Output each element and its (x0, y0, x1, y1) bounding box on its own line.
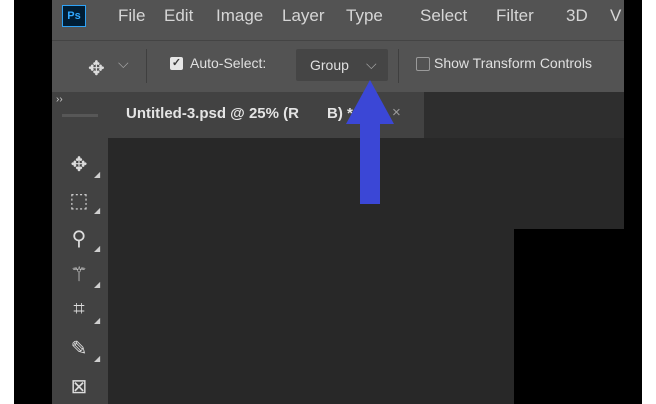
chevron-down-icon: ⌵ (366, 56, 377, 72)
menu-select[interactable]: Select (420, 6, 467, 26)
show-transform-label: Show Transform Controls (434, 55, 592, 71)
magic-wand-icon[interactable]: ⚚ (66, 262, 92, 287)
options-bar: ✥ ⌵ ✓ Auto-Select: Group ⌵ Show Transfor… (52, 40, 624, 93)
menu-filter[interactable]: Filter (496, 6, 534, 26)
empty-workspace-area (514, 229, 624, 404)
menu-file[interactable]: File (118, 6, 145, 26)
annotation-arrow-icon (346, 80, 394, 204)
crop-icon[interactable]: ⌗ (66, 298, 92, 321)
dropdown-value: Group (310, 57, 349, 73)
corner-triangle-icon: ◢ (94, 244, 101, 253)
menu-image[interactable]: Image (216, 6, 263, 26)
auto-select-checkbox[interactable]: ✓ (170, 57, 183, 70)
document-tab-title: Untitled-3.psd @ 25% (R B) * (126, 105, 353, 122)
photoshop-window: Ps File Edit Image Layer Type Select Fil… (52, 0, 624, 404)
menu-type[interactable]: Type (346, 6, 383, 26)
corner-triangle-icon: ◢ (94, 354, 101, 363)
tools-panel: ›› ✥ ◢ ⬚ ◢ ⚲ ◢ ⚚ ◢ ⌗ ◢ ✎ ◢ ⊠ (52, 92, 108, 404)
photoshop-logo[interactable]: Ps (62, 5, 86, 27)
menu-layer[interactable]: Layer (282, 6, 325, 26)
corner-triangle-icon: ◢ (94, 280, 101, 289)
divider (398, 49, 399, 83)
collapse-panel-icon[interactable]: ›› (56, 94, 63, 105)
menu-3d[interactable]: 3D (566, 6, 588, 26)
rectangular-marquee-icon[interactable]: ⬚ (66, 188, 92, 213)
show-transform-checkbox[interactable] (416, 57, 430, 71)
lasso-icon[interactable]: ⚲ (66, 226, 92, 251)
tab-title-start: Untitled-3.psd @ 25% (R (126, 105, 299, 122)
chevron-down-icon[interactable]: ⌵ (118, 55, 129, 72)
corner-triangle-icon: ◢ (94, 206, 101, 215)
panel-grip[interactable] (62, 114, 98, 117)
divider (146, 49, 147, 83)
auto-select-target-dropdown[interactable]: Group ⌵ (296, 49, 388, 81)
menu-edit[interactable]: Edit (164, 6, 193, 26)
move-tool-icon[interactable]: ✥ (66, 152, 92, 177)
corner-triangle-icon: ◢ (94, 170, 101, 179)
frame-tool-icon[interactable]: ⊠ (66, 374, 92, 399)
eyedropper-icon[interactable]: ✎ (66, 336, 92, 361)
move-icon[interactable]: ✥ (88, 56, 105, 81)
arrow-shape (346, 80, 394, 204)
menu-view[interactable]: V (610, 6, 621, 26)
corner-triangle-icon: ◢ (94, 316, 101, 325)
auto-select-label: Auto-Select: (190, 55, 267, 71)
menu-bar: Ps File Edit Image Layer Type Select Fil… (52, 0, 624, 34)
screenshot-frame: Ps File Edit Image Layer Type Select Fil… (14, 0, 642, 404)
